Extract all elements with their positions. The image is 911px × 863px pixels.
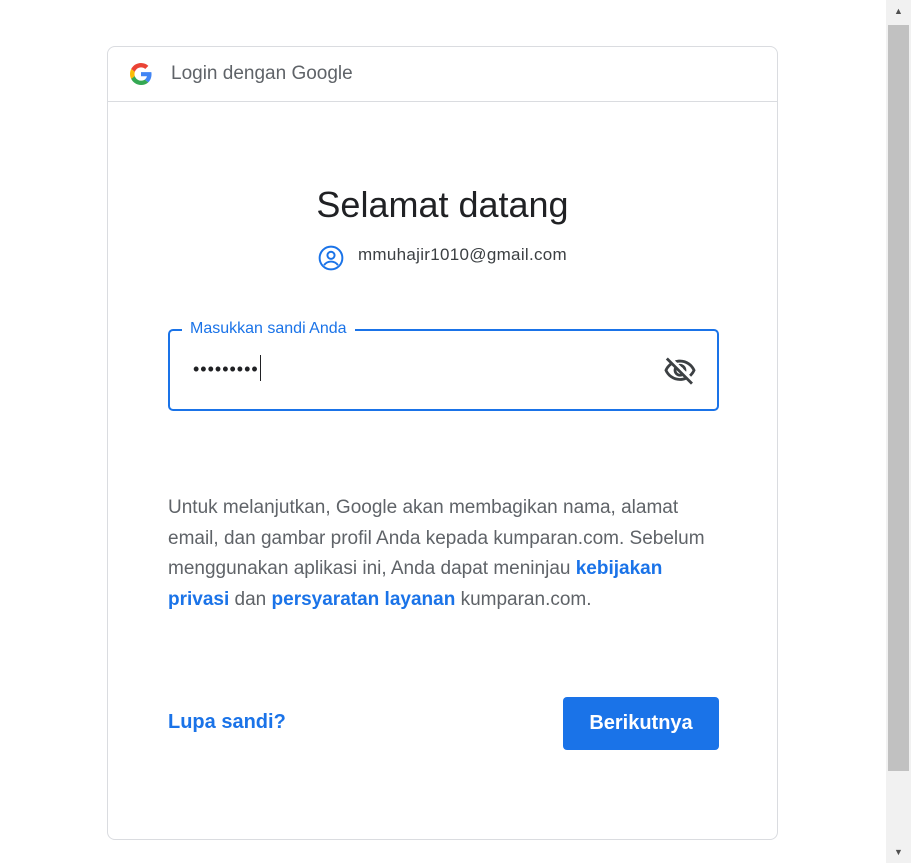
scrollbar-thumb[interactable] [888,25,909,771]
vertical-scrollbar[interactable]: ▲ ▼ [886,0,911,863]
consent-text-part-3: kumparan.com. [455,588,592,610]
google-g-icon [130,63,152,85]
header-title: Login dengan Google [171,63,353,84]
eye-off-icon[interactable] [663,354,697,388]
account-chip[interactable]: mmuhajir1010@gmail.com [108,239,777,271]
account-email: mmuhajir1010@gmail.com [357,245,568,264]
password-label: Masukkan sandi Anda [182,320,355,338]
account-circle-icon [318,245,344,271]
terms-of-service-link[interactable]: persyaratan layanan [272,589,456,610]
text-caret [259,355,261,382]
login-card: Login dengan Google Selamat datang mmuha… [107,46,778,840]
forgot-password-link[interactable]: Lupa sandi? [168,711,286,734]
consent-text-part-2: dan [229,588,272,610]
page-title: Selamat datang [316,184,569,225]
consent-text: Untuk melanjutkan, Google akan membagika… [168,493,728,615]
scroll-up-arrow-icon[interactable]: ▲ [886,0,911,22]
password-value: ••••••••• [193,359,259,379]
card-header: Login dengan Google [108,47,777,102]
password-input[interactable]: ••••••••• [193,355,261,382]
scroll-down-arrow-icon[interactable]: ▼ [886,841,911,863]
next-button[interactable]: Berikutnya [563,697,719,750]
password-field[interactable]: Masukkan sandi Anda ••••••••• [168,320,719,411]
